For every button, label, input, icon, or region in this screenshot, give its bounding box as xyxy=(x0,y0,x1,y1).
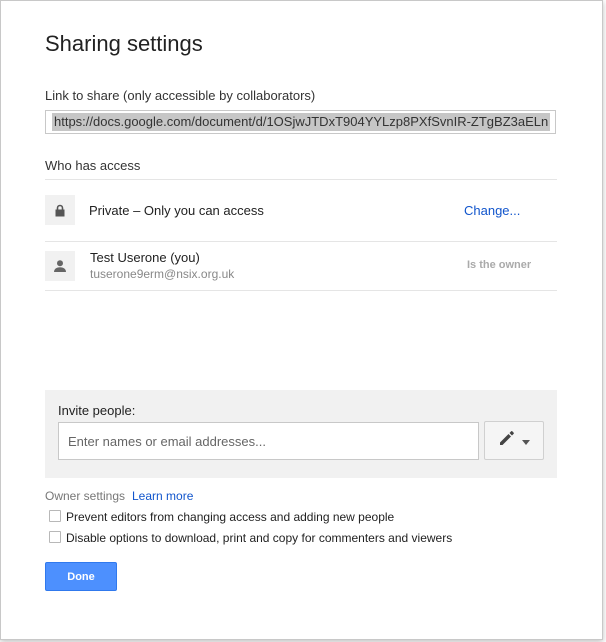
learn-more-link[interactable]: Learn more xyxy=(132,489,193,503)
prevent-editors-label: Prevent editors from changing access and… xyxy=(66,510,395,524)
change-visibility-link[interactable]: Change... xyxy=(464,203,520,218)
owner-role-label: Is the owner xyxy=(467,259,532,271)
visibility-text: Private – Only you can access xyxy=(89,203,264,218)
share-link-field[interactable]: https://docs.google.com/document/d/1OSjw… xyxy=(45,110,556,134)
link-to-share-label: Link to share (only accessible by collab… xyxy=(45,88,316,103)
sharing-settings-dialog: Sharing settings Link to share (only acc… xyxy=(0,0,603,640)
pencil-icon xyxy=(498,429,516,452)
dialog-title: Sharing settings xyxy=(45,31,203,56)
owner-name: Test Userone (you) xyxy=(90,250,200,265)
invite-input[interactable] xyxy=(58,422,479,460)
divider xyxy=(45,290,557,291)
invite-panel: Invite people: xyxy=(45,390,557,478)
owner-settings-label: Owner settings xyxy=(45,489,126,503)
who-has-access-label: Who has access xyxy=(45,158,141,173)
caret-down-icon xyxy=(522,432,530,450)
person-icon xyxy=(45,251,75,281)
done-button[interactable]: Done xyxy=(45,562,117,591)
divider xyxy=(45,241,557,242)
share-link-url[interactable]: https://docs.google.com/document/d/1OSjw… xyxy=(52,113,551,131)
divider xyxy=(45,179,557,180)
invite-people-label: Invite people: xyxy=(58,403,136,418)
disable-download-checkbox[interactable] xyxy=(49,531,61,543)
permission-dropdown-button[interactable] xyxy=(484,421,544,460)
lock-icon xyxy=(45,195,75,225)
disable-download-label: Disable options to download, print and c… xyxy=(66,531,453,545)
prevent-editors-checkbox[interactable] xyxy=(49,510,61,522)
owner-email: tuserone9erm@nsix.org.uk xyxy=(90,267,235,281)
